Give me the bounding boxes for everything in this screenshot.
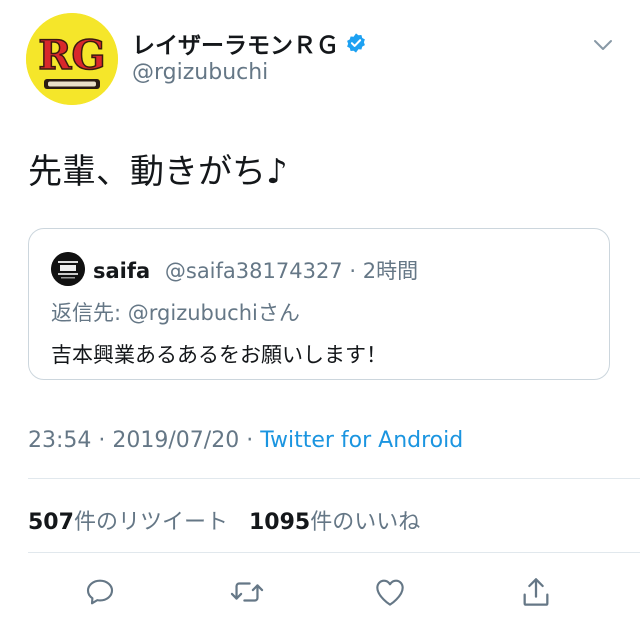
quoted-handle[interactable]: @saifa38174327 (165, 259, 343, 283)
divider-bottom (28, 552, 640, 553)
svg-text:RG: RG (38, 32, 105, 79)
likes-count: 1095 (248, 510, 311, 535)
retweet-button[interactable] (229, 574, 265, 610)
like-button[interactable] (372, 574, 408, 610)
tweet-time: 23:54 (28, 428, 92, 453)
retweets-stat[interactable]: 507件のリツイート (28, 510, 228, 535)
meta-separator-2: · (239, 428, 261, 453)
quoted-header: saifa @saifa38174327 · 2時間 (93, 255, 418, 285)
tweet-date: 2019/07/20 (112, 428, 240, 453)
quoted-tweet[interactable]: saifa @saifa38174327 · 2時間 返信先: @rgizubu… (28, 228, 610, 380)
reply-suffix: さん (257, 301, 300, 325)
retweets-label: 件のリツイート (73, 510, 228, 535)
display-name-text: レイザーラモンＲＧ (132, 33, 339, 59)
quoted-reply-context: 返信先: @rgizubuchiさん (51, 297, 300, 327)
verified-badge-icon (347, 33, 365, 53)
reply-prefix: 返信先: (51, 301, 128, 325)
meta-separator-1: · (91, 428, 113, 453)
chevron-down-icon[interactable] (592, 38, 614, 52)
author-handle[interactable]: @rgizubuchi (132, 60, 268, 85)
quoted-separator: · (342, 259, 363, 283)
tweet-source-link[interactable]: Twitter for Android (260, 428, 463, 453)
heart-icon (376, 579, 404, 606)
divider-top (28, 478, 640, 479)
likes-stat[interactable]: 1095件のいいね (249, 510, 420, 535)
likes-label: 件のいいね (310, 510, 421, 535)
share-icon (523, 578, 549, 606)
retweets-count: 507 (28, 510, 74, 535)
author-avatar[interactable]: RG (26, 13, 118, 105)
retweet-icon (230, 582, 264, 602)
quoted-avatar-image (51, 252, 85, 286)
quoted-avatar[interactable] (51, 252, 85, 286)
author-display-name[interactable]: レイザーラモンＲＧ (132, 26, 367, 60)
tweet-meta: 23:54 · 2019/07/20 · Twitter for Android (28, 428, 463, 453)
reply-icon (86, 579, 114, 605)
rg-logo-image: RG (26, 13, 118, 105)
reply-mention[interactable]: @rgizubuchi (128, 301, 258, 325)
quoted-text: 吉本興業あるあるをお願いします！ (51, 343, 387, 367)
tweet-text: 先輩、動きがち♪ (28, 152, 288, 192)
share-button[interactable] (518, 574, 554, 610)
tweet-stats: 507件のリツイート 1095件のいいね (28, 504, 420, 536)
quoted-name[interactable]: saifa (93, 259, 150, 283)
quoted-time: 2時間 (362, 259, 419, 283)
reply-button[interactable] (82, 574, 118, 610)
